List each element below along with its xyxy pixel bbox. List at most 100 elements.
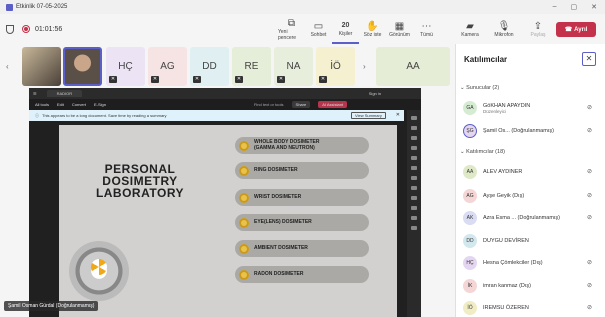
slide-title: PERSONAL DOSIMETRY LABORATORY (95, 162, 185, 200)
participant-tile[interactable]: NA ✕ (274, 47, 313, 86)
participant-tile[interactable]: RE ✕ (232, 47, 271, 86)
window-controls: – ▢ ✕ (553, 3, 605, 11)
participant-row[interactable]: AA ALEV AYDINER ⊘ (463, 163, 603, 181)
pdf-menu-all-tools[interactable]: All tools (35, 102, 49, 107)
tool-icon[interactable] (411, 116, 417, 120)
participant-row[interactable]: İK imran kanmaz (Dış) ⊘ (463, 277, 603, 295)
participant-row[interactable]: İÖ IREMSU ÖZEREN ⊘ (463, 299, 603, 317)
shield-icon[interactable] (6, 24, 14, 34)
avatar: İÖ (463, 301, 477, 315)
tool-icon[interactable] (411, 166, 417, 170)
participant-video-tile-selected[interactable] (63, 47, 102, 86)
mic-button[interactable]: 🎙 Mikrofon (487, 14, 521, 44)
mic-off-icon: ⊘ (587, 193, 593, 199)
browser-tab[interactable]: RADIOR (46, 90, 83, 97)
pdf-menu-edit[interactable]: Edit (57, 102, 64, 107)
bullet-icon (239, 217, 249, 228)
avatar: GA (463, 101, 477, 115)
meeting-toolbar: 01:01:56 ⧉ Yeni pencere ▭ Sohbet 20 Kişi… (0, 14, 605, 44)
mic-off-icon: ⊘ (587, 169, 593, 175)
leave-button[interactable]: ☎ Ayrıl (556, 22, 596, 37)
mic-off-icon: ✕ (277, 76, 285, 83)
mic-off-icon: ⊘ (587, 105, 593, 111)
participant-video-tile[interactable] (22, 47, 61, 86)
device-controls: ▰ Kamera 🎙 Mikrofon ⇪ Paylaş (453, 14, 555, 44)
participant-tile[interactable]: DD ✕ (190, 47, 229, 86)
sign-in-link[interactable]: Sign in (369, 91, 381, 96)
participants-panel: Katılımcılar ✕ ⌄ Sunucular (2) GA GöKHAN… (455, 44, 605, 317)
toolbar-buttons: ⧉ Yeni pencere ▭ Sohbet 20 Kişiler ✋ Söz… (278, 14, 440, 44)
participant-tile[interactable]: İÖ ✕ (316, 47, 355, 86)
dosimeter-item: RADON DOSIMETER (235, 266, 369, 283)
share-button[interactable]: ⇪ Paylaş (521, 14, 555, 44)
pdf-side-tools (407, 110, 421, 317)
view-icon: ▦ (394, 20, 405, 32)
mic-off-icon: ✕ (319, 76, 327, 83)
mic-off-icon: 🎙 (497, 20, 511, 32)
pdf-menu-convert[interactable]: Convert (72, 102, 86, 107)
view-button[interactable]: ▦ Görünüm (386, 14, 413, 44)
tool-icon[interactable] (411, 226, 417, 230)
menu-icon[interactable]: ☰ (33, 91, 37, 96)
mic-off-icon: ✕ (193, 76, 201, 83)
participant-row[interactable]: DD DUYGU DEVİREN (463, 232, 603, 250)
chevron-left-icon[interactable]: ‹ (6, 62, 9, 71)
dosimeter-item: RING DOSIMETER (235, 162, 369, 179)
chevron-right-icon[interactable]: › (363, 62, 366, 71)
overflow-tile[interactable]: AA (376, 47, 450, 86)
participant-row[interactable]: GA GöKHAN APAYDIN Düzenleyici ⊘ (463, 99, 603, 117)
presentation-slide: PERSONAL DOSIMETRY LABORATORY WHOLE BODY… (59, 125, 397, 317)
browser-tab-bar: ☰ RADIOR Sign in (29, 88, 421, 99)
new-window-button[interactable]: ⧉ Yeni pencere (278, 14, 305, 44)
chat-button[interactable]: ▭ Sohbet (305, 14, 332, 44)
mic-off-icon: ✕ (235, 76, 243, 83)
participant-row[interactable]: AK Azra Esma ... (Doğrulanmamış) ⊘ (463, 209, 603, 227)
attendees-header[interactable]: ⌄ Katılımcılar (18) (460, 149, 505, 155)
participant-row[interactable]: HÇ Hesna Çömlekciler (Dış) ⊘ (463, 254, 603, 272)
pdf-share-button[interactable]: Share (291, 101, 311, 108)
bullet-icon (239, 140, 249, 151)
find-input[interactable]: Find text or tools (254, 102, 284, 107)
organizers-header[interactable]: ⌄ Sunucular (2) (460, 85, 499, 91)
radiation-logo (69, 241, 129, 301)
raise-hand-button[interactable]: ✋ Söz iste (359, 14, 386, 44)
tool-icon[interactable] (411, 196, 417, 200)
maximize-icon[interactable]: ▢ (571, 3, 578, 11)
people-button[interactable]: 20 Kişiler (332, 14, 359, 44)
tool-icon[interactable] (411, 186, 417, 190)
avatar: AA (463, 165, 477, 179)
tool-icon[interactable] (411, 216, 417, 220)
tool-icon[interactable] (411, 176, 417, 180)
participant-tile[interactable]: AG ✕ (148, 47, 187, 86)
dosimeter-item: WRIST DOSIMETER (235, 189, 369, 206)
mic-off-icon: ⊘ (587, 283, 593, 289)
window-title: Etkinlik 07-05-2025 (16, 4, 68, 10)
close-panel-icon[interactable]: ✕ (582, 52, 596, 66)
participant-row[interactable]: ŞG Şamil Os... (Doğrulanmamış) ⊘ (463, 122, 603, 140)
avatar: HÇ (463, 256, 477, 270)
participant-tile[interactable]: HÇ ✕ (106, 47, 145, 86)
tool-icon[interactable] (411, 136, 417, 140)
pdf-menu-esign[interactable]: E-Sign (94, 102, 106, 107)
tool-icon[interactable] (411, 146, 417, 150)
close-notice-icon[interactable]: ✕ (396, 112, 400, 118)
avatar: İK (463, 279, 477, 293)
bullet-icon (239, 165, 249, 176)
participant-row[interactable]: AG Ayşe Geyik (Dış) ⊘ (463, 187, 603, 205)
teams-app-icon (6, 3, 13, 11)
panel-title: Katılımcılar (464, 55, 508, 64)
tool-icon[interactable] (411, 126, 417, 130)
pdf-toolbar: All tools Edit Convert E-Sign Find text … (29, 99, 421, 110)
tool-icon[interactable] (411, 206, 417, 210)
shared-screen: ☰ RADIOR Sign in All tools Edit Convert … (29, 88, 421, 317)
minimize-icon[interactable]: – (553, 3, 557, 11)
close-window-icon[interactable]: ✕ (591, 3, 597, 11)
camera-button[interactable]: ▰ Kamera (453, 14, 487, 44)
more-button[interactable]: ⋯ Tümü (413, 14, 440, 44)
view-summary-button[interactable]: View Summary (351, 112, 386, 119)
tool-icon[interactable] (411, 156, 417, 160)
mic-off-icon: ⊘ (587, 215, 593, 221)
ai-assistant-button[interactable]: AI Assistant (318, 101, 348, 108)
presenter-name-tag: Şamil Osman Gürdal (Doğrulanmamış) (4, 301, 99, 311)
share-icon: ⇪ (533, 20, 543, 32)
